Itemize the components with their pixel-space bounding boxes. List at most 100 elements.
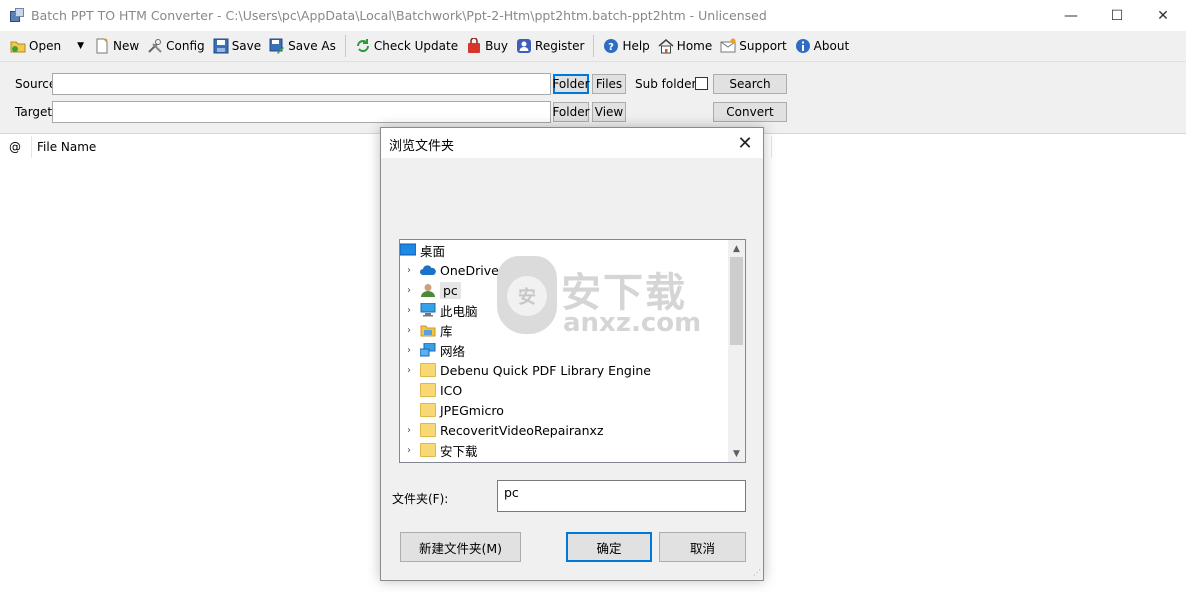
column-divider[interactable] bbox=[31, 136, 32, 158]
support-label: Support bbox=[739, 39, 787, 53]
help-label: Help bbox=[622, 39, 650, 53]
desktop-icon bbox=[400, 243, 417, 257]
chevron-right-icon[interactable]: › bbox=[402, 325, 416, 336]
tools-icon bbox=[147, 38, 163, 54]
tree-item-label: 桌面 bbox=[420, 243, 446, 259]
check-update-button[interactable]: Check Update bbox=[351, 34, 462, 58]
target-input[interactable] bbox=[52, 101, 551, 123]
new-button[interactable]: New bbox=[90, 34, 143, 58]
register-button[interactable]: Register bbox=[512, 34, 588, 58]
tree-item-folder[interactable]: ICO bbox=[400, 380, 730, 400]
info-icon bbox=[795, 38, 811, 54]
tree-item-pc-user[interactable]: › pc bbox=[400, 280, 730, 300]
folder-icon bbox=[420, 383, 436, 397]
chevron-right-icon[interactable]: › bbox=[402, 345, 416, 356]
scroll-up-arrow-icon[interactable]: ▲ bbox=[728, 240, 745, 257]
tree-item-label: 安下载 bbox=[440, 443, 478, 459]
help-button[interactable]: ? Help bbox=[599, 34, 653, 58]
subfolders-checkbox[interactable] bbox=[695, 77, 708, 90]
library-icon bbox=[420, 323, 436, 337]
dialog-close-button[interactable]: ✕ bbox=[733, 131, 757, 155]
column-file-name[interactable]: File Name bbox=[37, 140, 96, 154]
new-file-icon bbox=[94, 38, 110, 54]
target-folder-button[interactable]: Folder bbox=[552, 102, 590, 122]
register-user-icon bbox=[516, 38, 532, 54]
folder-field-input[interactable]: pc bbox=[497, 480, 746, 512]
chevron-right-icon[interactable]: › bbox=[402, 265, 416, 276]
cancel-button[interactable]: 取消 bbox=[659, 532, 746, 562]
ok-button[interactable]: 确定 bbox=[566, 532, 652, 562]
save-label: Save bbox=[231, 39, 262, 53]
home-button[interactable]: Home bbox=[654, 34, 716, 58]
support-icon bbox=[720, 38, 736, 54]
chevron-right-icon[interactable]: › bbox=[402, 285, 416, 296]
tree-item-folder[interactable]: › 安下载 bbox=[400, 440, 730, 460]
chevron-right-icon[interactable]: › bbox=[402, 425, 416, 436]
tree-item-label: JPEGmicro bbox=[440, 402, 504, 418]
source-input[interactable] bbox=[52, 73, 551, 95]
folder-icon bbox=[420, 423, 436, 437]
open-button[interactable]: Open bbox=[6, 34, 65, 58]
toolbar-separator bbox=[344, 35, 346, 57]
about-label: About bbox=[813, 39, 850, 53]
save-as-label: Save As bbox=[288, 39, 336, 53]
support-button[interactable]: Support bbox=[716, 34, 790, 58]
computer-icon bbox=[420, 302, 436, 317]
save-button[interactable]: Save bbox=[209, 34, 265, 58]
tree-item-this-pc[interactable]: › 此电脑 bbox=[400, 300, 730, 320]
help-icon: ? bbox=[603, 38, 619, 54]
save-as-button[interactable]: Save As bbox=[265, 34, 340, 58]
tree-item-desktop[interactable]: 桌面 bbox=[400, 240, 730, 260]
toolbar: Open ▼ New Config Save Save As Check Upd… bbox=[0, 31, 1186, 61]
tree-item-network[interactable]: › 网络 bbox=[400, 340, 730, 360]
target-view-button[interactable]: View bbox=[592, 102, 626, 122]
column-divider[interactable] bbox=[771, 136, 772, 158]
chevron-right-icon[interactable]: › bbox=[402, 305, 416, 316]
network-icon bbox=[419, 342, 436, 357]
shopping-bag-icon bbox=[466, 37, 482, 54]
minimize-button[interactable]: — bbox=[1048, 0, 1094, 31]
refresh-icon bbox=[355, 38, 371, 54]
floppy-disk-icon bbox=[213, 38, 229, 54]
new-folder-button[interactable]: 新建文件夹(M) bbox=[400, 532, 521, 562]
resize-grip-icon[interactable]: ⋰ bbox=[751, 568, 761, 578]
close-button[interactable]: ✕ bbox=[1140, 0, 1186, 31]
open-dropdown-arrow-icon[interactable]: ▼ bbox=[77, 41, 84, 51]
convert-button[interactable]: Convert bbox=[713, 102, 787, 122]
home-label: Home bbox=[676, 39, 713, 53]
buy-label: Buy bbox=[485, 39, 509, 53]
open-folder-icon bbox=[10, 38, 26, 54]
title-bar: Batch PPT TO HTM Converter - C:\Users\pc… bbox=[0, 0, 1186, 31]
folder-field-label: 文件夹(F): bbox=[392, 492, 449, 506]
chevron-right-icon[interactable]: › bbox=[402, 365, 416, 376]
about-button[interactable]: About bbox=[791, 34, 853, 58]
tree-item-onedrive[interactable]: › OneDrive bbox=[400, 260, 730, 280]
dialog-title: 浏览文件夹 bbox=[389, 139, 455, 154]
tree-scrollbar[interactable]: ▲ ▼ bbox=[728, 240, 745, 462]
scroll-down-arrow-icon[interactable]: ▼ bbox=[728, 445, 745, 462]
tree-item-folder[interactable]: › Debenu Quick PDF Library Engine bbox=[400, 360, 730, 380]
dialog-title-bar: 浏览文件夹 ✕ bbox=[381, 128, 763, 158]
search-button[interactable]: Search bbox=[713, 74, 787, 94]
config-label: Config bbox=[166, 39, 205, 53]
open-label: Open bbox=[29, 39, 62, 53]
folder-tree[interactable]: 桌面 › OneDrive › pc › 此电脑 › 库 › 网络 › Debe… bbox=[399, 239, 746, 463]
tree-item-label: 此电脑 bbox=[440, 303, 478, 319]
tree-item-folder[interactable]: JPEGmicro bbox=[400, 400, 730, 420]
tree-item-label: 库 bbox=[440, 323, 453, 339]
chevron-right-icon[interactable]: › bbox=[402, 445, 416, 456]
buy-button[interactable]: Buy bbox=[462, 34, 512, 58]
maximize-button[interactable]: ☐ bbox=[1094, 0, 1140, 31]
source-folder-button[interactable]: Folder bbox=[552, 74, 590, 94]
config-button[interactable]: Config bbox=[143, 34, 209, 58]
subfolders-label: Sub folders bbox=[635, 77, 703, 91]
tree-item-folder[interactable]: › RecoveritVideoRepairanxz bbox=[400, 420, 730, 440]
tree-item-library[interactable]: › 库 bbox=[400, 320, 730, 340]
check-update-label: Check Update bbox=[373, 39, 459, 53]
source-files-button[interactable]: Files bbox=[592, 74, 626, 94]
scrollbar-thumb[interactable] bbox=[730, 257, 743, 345]
tree-item-label: 网络 bbox=[440, 343, 466, 359]
source-target-panel: Source Folder Files Sub folders Search T… bbox=[0, 61, 1186, 133]
new-label: New bbox=[112, 39, 140, 53]
column-at[interactable]: @ bbox=[9, 140, 21, 154]
